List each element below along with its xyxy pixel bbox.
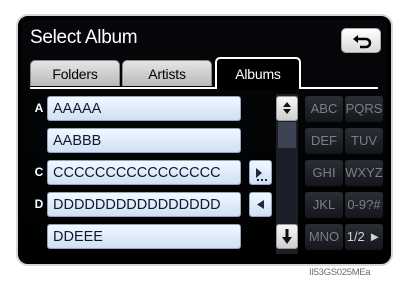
- album-list-item[interactable]: CCCCCCCCCCCCCCCC: [47, 160, 241, 185]
- display-area: Select Album Folders Artists Albums A C …: [22, 20, 387, 262]
- navigation-screen: Select Album Folders Artists Albums A C …: [16, 14, 393, 266]
- key-abc[interactable]: ABC: [305, 96, 343, 122]
- scroll-down-icon: [282, 229, 292, 244]
- scrollbar-thumb[interactable]: [278, 122, 296, 148]
- tab-folders[interactable]: Folders: [30, 60, 120, 86]
- index-letter-c: C: [34, 165, 44, 179]
- key-pqrs[interactable]: PQRS: [345, 96, 383, 122]
- more-text-icon: [256, 168, 267, 181]
- tab-active-gap: [217, 87, 299, 90]
- index-letter-a: A: [34, 101, 44, 115]
- left-arrow-icon: [257, 200, 264, 209]
- key-ghi[interactable]: GHI: [305, 160, 343, 186]
- expand-title-button[interactable]: [249, 160, 272, 185]
- key-wxyz[interactable]: WXYZ: [345, 160, 383, 186]
- tab-underline: [30, 87, 378, 89]
- scroll-title-back-button[interactable]: [249, 192, 272, 217]
- tab-artists[interactable]: Artists: [122, 60, 212, 86]
- key-tuv[interactable]: TUV: [345, 128, 383, 154]
- scroll-down-button[interactable]: [276, 224, 298, 249]
- return-arrow-icon: [353, 35, 372, 49]
- key-mno[interactable]: MNO: [305, 224, 343, 250]
- next-page-button[interactable]: 1/2 ►: [345, 224, 383, 250]
- key-numbers-symbols[interactable]: 0-9?#: [345, 192, 383, 218]
- scroll-up-button[interactable]: [276, 96, 298, 121]
- page-title: Select Album: [30, 27, 138, 48]
- key-jkl[interactable]: JKL: [305, 192, 343, 218]
- key-def[interactable]: DEF: [305, 128, 343, 154]
- album-list-item[interactable]: DDDDDDDDDDDDDDDD: [47, 192, 241, 217]
- album-list-item[interactable]: DDEEE: [47, 224, 241, 249]
- back-button[interactable]: [341, 28, 381, 53]
- figure-code: II53GS025MEa: [309, 267, 371, 278]
- index-letter-d: D: [34, 197, 44, 211]
- album-list-item[interactable]: AABBB: [47, 128, 241, 153]
- album-list-item[interactable]: AAAAA: [47, 96, 241, 121]
- tab-albums[interactable]: Albums: [215, 57, 301, 88]
- scroll-up-icon: [283, 102, 291, 114]
